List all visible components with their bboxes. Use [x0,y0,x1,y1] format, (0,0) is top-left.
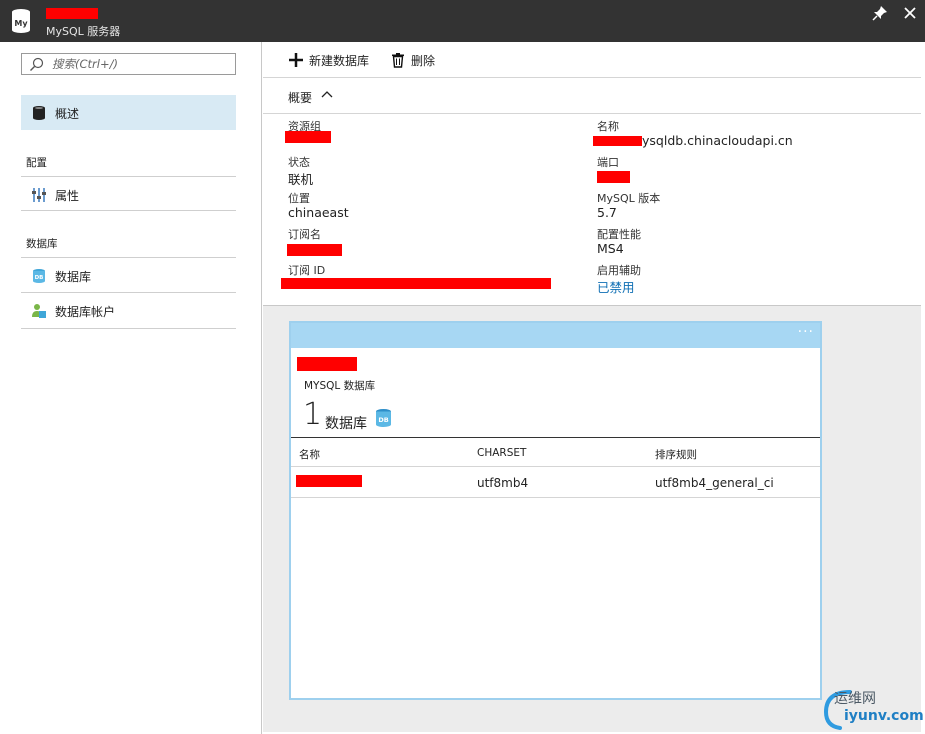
status-value: 联机 [288,172,314,187]
nav-item-properties[interactable]: 属性 [21,176,236,211]
watermark-title: 运维网 [834,691,876,707]
tile-header: ··· [291,323,820,348]
redacted-name-prefix [593,136,642,146]
title-bar: My MySQL 服务器 [0,0,925,42]
replication-link[interactable]: 已禁用 [597,277,635,296]
location-value: chinaeast [288,205,349,220]
plus-icon [289,53,303,67]
search-icon [30,57,44,71]
mysql-version-value: 5.7 [597,205,617,220]
charset-cell: utf8mb4 [477,476,529,490]
db-icon-text: DB [378,416,388,424]
search-box[interactable] [21,53,236,75]
essentials-label: 概要 [288,91,313,105]
more-options-icon[interactable]: ··· [798,324,814,340]
database-count: 1 [303,397,323,432]
name-label: 名称 [597,120,619,133]
redacted-port [597,171,630,183]
command-bar: 新建数据库 删除 [263,42,921,78]
left-menu: 概述 配置 属性 数据库 DB 数据库 数据库帐户 [0,42,262,734]
redacted-subscription-name[interactable] [287,244,342,256]
search-input[interactable] [52,56,230,72]
chevron-up-icon [321,91,333,98]
watermark-domain: iyunv.com [844,708,924,724]
performance-label: 配置性能 [597,228,641,241]
tile-subtitle: MYSQL 数据库 [304,380,376,392]
table-header: 名称 CHARSET 排序规则 [291,437,820,467]
pin-icon[interactable] [872,5,888,21]
close-icon[interactable] [902,5,918,21]
logo-text: My [14,19,28,28]
collation-cell: utf8mb4_general_ci [655,476,774,490]
db-icon: DB [376,409,391,427]
db-icon: DB [33,269,45,283]
redacted-subscription-id [281,278,551,289]
status-label: 状态 [288,156,310,169]
nav-label-overview: 概述 [55,107,80,121]
new-database-button[interactable]: 新建数据库 [288,51,369,69]
redacted-db-name [296,475,362,487]
essentials-panel: 资源组 状态 联机 位置 chinaeast 订阅名 订阅 ID 名称 ysql… [263,114,921,306]
column-name: 名称 [299,449,320,461]
nav-label-properties: 属性 [55,189,80,203]
column-collation: 排序规则 [655,449,697,461]
trash-icon [392,53,404,68]
database-count-label: 数据库 [325,416,367,432]
new-database-label: 新建数据库 [309,53,370,68]
mysql-version-label: MySQL 版本 [597,192,661,205]
properties-icon [32,188,46,202]
svg-text:DB: DB [35,275,44,281]
nav-divider [21,328,236,329]
database-icon [33,106,45,120]
essentials-toggle[interactable]: 概要 [263,78,921,114]
redacted-resource-group[interactable] [285,131,331,143]
site-watermark: 运维网 iyunv.com [818,684,925,734]
databases-tile[interactable]: ··· MYSQL 数据库 1 数据库 DB 名称 CHARSET 排序规则 u… [289,321,822,700]
redacted-server-name [46,8,98,19]
section-settings: 配置 [26,157,47,169]
location-label: 位置 [288,192,310,205]
performance-value: MS4 [597,241,624,256]
user-account-icon [32,304,46,318]
delete-button[interactable]: 删除 [390,51,435,69]
blade-subtitle: MySQL 服务器 [46,25,121,38]
table-row[interactable]: utf8mb4 utf8mb4_general_ci [291,468,820,498]
nav-item-databases[interactable]: DB 数据库 [21,257,236,292]
mysql-server-icon: My [12,9,30,33]
replication-label: 启用辅助 [597,264,641,277]
name-value: ysqldb.chinacloudapi.cn [642,133,793,148]
column-charset: CHARSET [477,447,527,459]
nav-item-overview[interactable]: 概述 [21,95,236,130]
delete-label: 删除 [411,53,436,68]
subscription-id-label: 订阅 ID [288,264,326,277]
section-databases: 数据库 [26,238,58,250]
subscription-name-label: 订阅名 [288,228,321,241]
port-label: 端口 [597,156,619,169]
nav-item-db-accounts[interactable]: 数据库帐户 [21,293,236,328]
redacted-tile-title [297,357,357,371]
nav-label-db-accounts: 数据库帐户 [55,305,116,319]
nav-label-databases: 数据库 [55,270,92,284]
